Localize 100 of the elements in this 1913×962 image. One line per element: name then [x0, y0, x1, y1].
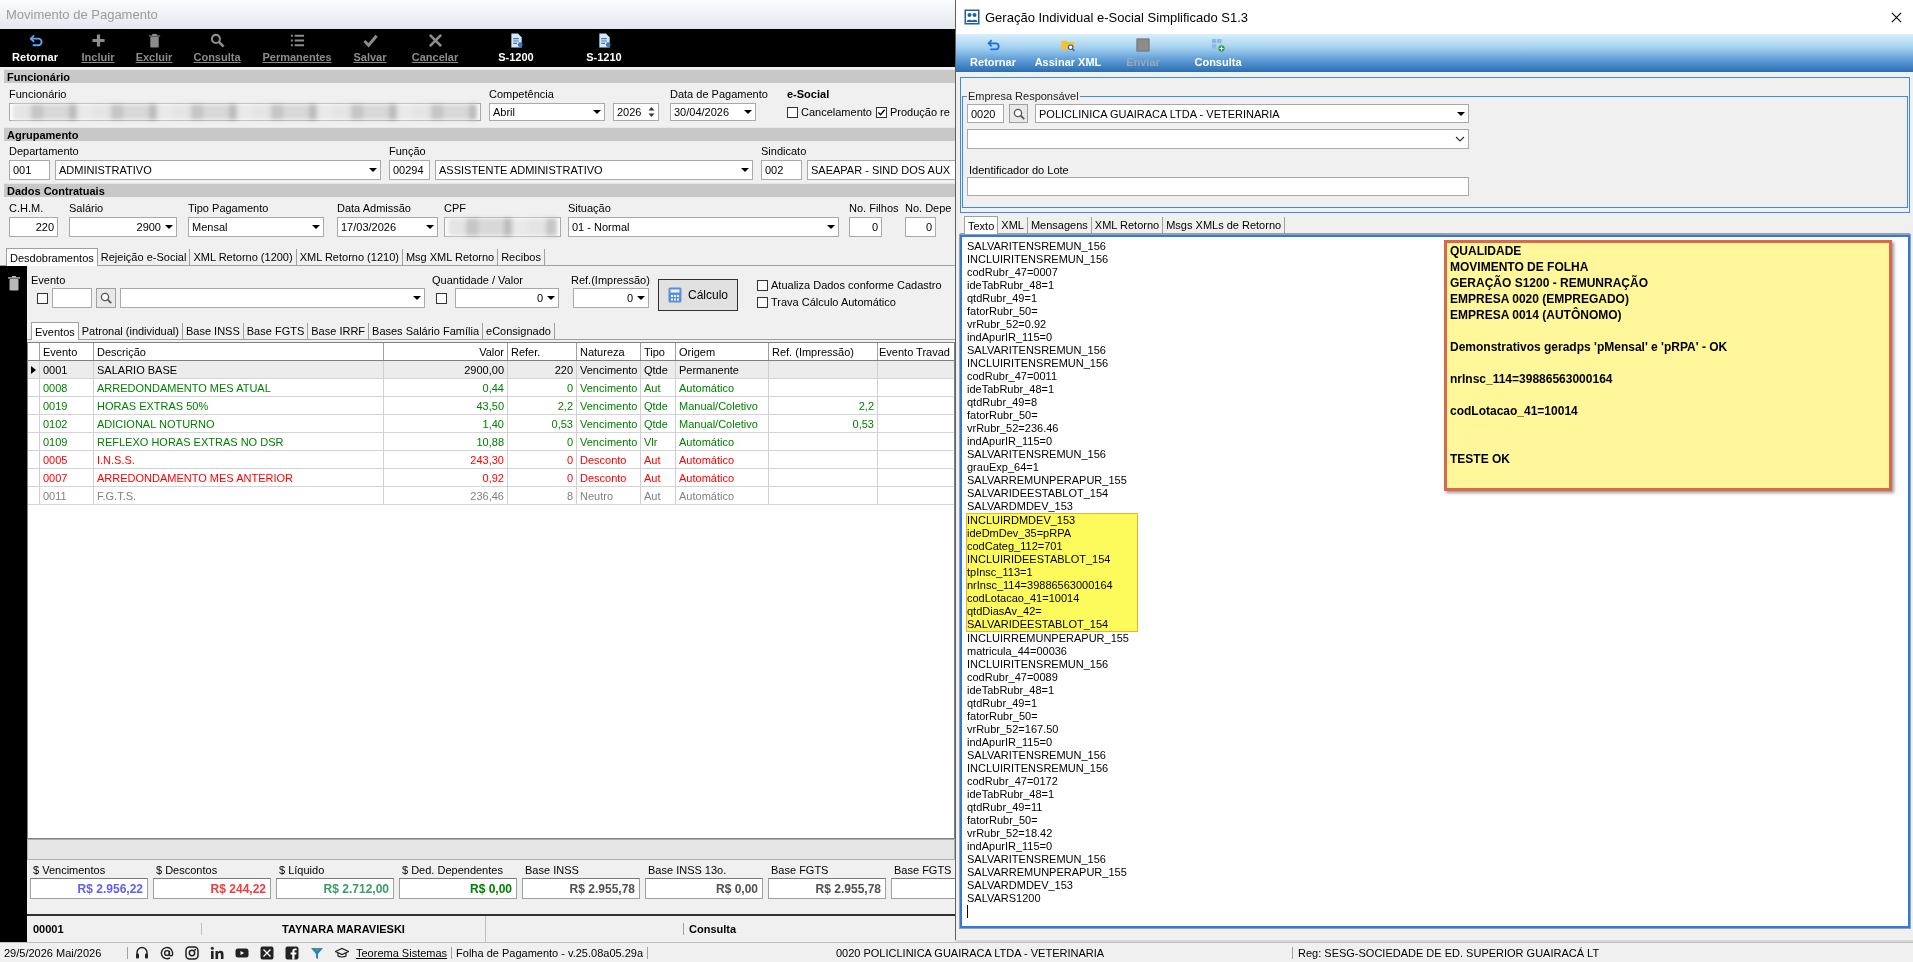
trash-icon	[146, 33, 162, 48]
undo-arrow-icon	[986, 38, 1000, 52]
batch-id-field[interactable]	[967, 177, 1469, 196]
checkbox[interactable]	[757, 296, 768, 308]
table-row[interactable]: 0102 ADICIONAL NOTURNO 1,40 0,53 Vencimento Qtde Manual/Coletivo 0,53	[28, 415, 954, 433]
tab[interactable]: Recibos	[498, 249, 545, 265]
toolbar-button[interactable]: Retornar	[4, 29, 66, 67]
column-header[interactable]: Origem	[679, 345, 716, 358]
tab[interactable]: Base FGTS	[243, 323, 309, 339]
total-label: Base INSS 13o.	[647, 864, 727, 876]
funnel-logo-icon[interactable]	[310, 945, 324, 960]
table-cell: 10,88	[476, 435, 504, 448]
log-line: SALVARIDEESTABLOT_154	[967, 618, 1110, 631]
table-row[interactable]: 0011 F.G.T.S. 236,46 8 Neutro Aut Automático	[28, 487, 954, 505]
total-value: R$ 0,00	[645, 878, 763, 899]
text-area[interactable]	[960, 235, 1910, 928]
tab[interactable]: Bases Salário Família	[369, 323, 484, 339]
tab[interactable]: Eventos	[31, 322, 79, 340]
company-link[interactable]: Teorema Sistemas	[356, 946, 453, 959]
code-field[interactable]: 001	[9, 160, 50, 180]
close-icon[interactable]	[1891, 11, 1902, 23]
table-row[interactable]: 0008 ARREDONDAMENTO MES ATUAL 0,44 0 Vencimento Aut Automático	[28, 379, 954, 397]
graduation-cap-icon[interactable]	[335, 945, 349, 960]
x-logo-icon[interactable]	[260, 945, 274, 960]
field-label: Identificador do Lote	[969, 163, 1069, 177]
blurred-field[interactable]	[9, 103, 481, 121]
log-line: codRubr_47=0007	[967, 266, 1058, 279]
toolbar-button[interactable]: S-1200	[468, 29, 564, 67]
table-row[interactable]: 0109 REFLEXO HORAS EXTRAS NO DSR 10,88 0 Vencimento Vlr Automático	[28, 433, 954, 451]
dropdown-field[interactable]: ADMINISTRATIVO	[55, 160, 381, 180]
checkbox[interactable]	[875, 106, 887, 118]
headset-icon[interactable]	[135, 945, 149, 960]
dropdown-field[interactable]: Mensal	[188, 217, 324, 237]
dropdown-field[interactable]: 0	[455, 288, 559, 308]
table-cell: Aut	[644, 453, 661, 466]
toolbar-button[interactable]: S-1210	[564, 29, 644, 67]
column-header[interactable]: Valor	[479, 345, 504, 358]
dropdown-field[interactable]	[120, 288, 425, 308]
calculate-button[interactable]: Cálculo	[658, 279, 738, 311]
table-row[interactable]: 0001 SALARIO BASE 2900,00 220 Vencimento Qtde Permanente	[28, 361, 954, 379]
tab[interactable]: XML Retorno (1210)	[296, 249, 403, 265]
facebook-icon[interactable]	[285, 945, 299, 960]
blurred-field[interactable]	[444, 217, 561, 237]
tab[interactable]: Rejeição e-Social	[97, 249, 191, 265]
company-dropdown[interactable]: POLICLINICA GUAIRACA LTDA - VETERINARIA	[1035, 104, 1469, 123]
search-button[interactable]	[1009, 104, 1028, 123]
table-cell: 2,2	[858, 399, 874, 412]
number-field[interactable]: 220	[9, 217, 58, 237]
dropdown-field[interactable]: SAEAPAR - SIND DOS AUX	[807, 160, 955, 180]
dropdown-field[interactable]: 2900	[69, 217, 177, 237]
tab[interactable]: Msg XML Retorno	[402, 249, 499, 265]
checkbox[interactable]	[37, 292, 48, 304]
tab[interactable]: eConsignado	[483, 323, 555, 339]
code-field[interactable]: 00294	[389, 160, 430, 180]
code-field[interactable]: 002	[761, 160, 802, 180]
date-field[interactable]: 17/03/2026	[337, 217, 438, 237]
table-row[interactable]: 0007 ARREDONDAMENTO MES ANTERIOR 0,92 0 Desconto Aut Automático	[28, 469, 954, 487]
number-field[interactable]: 0	[849, 217, 882, 237]
table-row[interactable]: 0005 I.N.S.S. 243,30 0 Desconto Aut Automático	[28, 451, 954, 469]
column-header[interactable]: Refer.	[511, 345, 541, 358]
checkbox[interactable]	[436, 292, 447, 304]
dropdown-field[interactable]: ASSISTENTE ADMINISTRATIVO	[435, 160, 753, 180]
tab[interactable]: Desdobramentos	[6, 248, 98, 266]
log-line: SALVARDMDEV_153	[967, 500, 1073, 513]
code-field[interactable]: 0020	[967, 104, 1004, 123]
column-header[interactable]: Evento	[43, 345, 78, 358]
field-label: Tipo Pagamento	[188, 201, 269, 215]
column-header[interactable]: Ref. (Impressão)	[772, 345, 854, 358]
table-row[interactable]: 0019 HORAS EXTRAS 50% 43,50 2,2 Vencimento Qtde Manual/Coletivo 2,2	[28, 397, 954, 415]
tab[interactable]: Patronal (individual)	[78, 323, 183, 339]
log-line: nrInsc_114=39886563000164	[967, 579, 1114, 592]
column-header[interactable]: Natureza	[580, 345, 625, 358]
checkbox[interactable]	[787, 106, 798, 118]
linkedin-icon[interactable]	[210, 945, 224, 960]
tab[interactable]: Base IRRF	[308, 323, 370, 339]
tab[interactable]: XML Retorno (1200)	[190, 249, 297, 265]
search-button[interactable]	[96, 288, 116, 308]
log-line: INCLUIRITENSREMUN_156	[967, 658, 1109, 671]
at-sign-icon[interactable]	[160, 945, 174, 960]
checkbox[interactable]	[757, 279, 768, 291]
checkbox-label: Atualiza Dados conforme Cadastro	[771, 279, 942, 291]
tab[interactable]: XML Retorno	[1091, 217, 1164, 233]
table-cell: 243,30	[470, 453, 504, 466]
number-field[interactable]: 0	[905, 217, 936, 237]
tab[interactable]: Mensagens	[1027, 217, 1092, 233]
dropdown-field[interactable]: 01 - Normal	[568, 217, 839, 237]
dropdown-field[interactable]	[967, 129, 1469, 149]
tab[interactable]: Texto	[964, 216, 999, 234]
year-spinner[interactable]: 2026	[613, 103, 659, 121]
column-header[interactable]: Tipo	[644, 345, 665, 358]
tab[interactable]: Msgs XMLs de Retorno	[1163, 217, 1286, 233]
tab[interactable]: XML	[998, 217, 1028, 233]
column-header[interactable]: Evento Travad	[879, 345, 950, 358]
instagram-icon[interactable]	[185, 945, 199, 960]
dropdown-field[interactable]: 0	[573, 288, 649, 308]
date-field[interactable]: 30/04/2026	[670, 103, 756, 121]
input-field[interactable]	[52, 288, 92, 308]
column-header[interactable]: Descrição	[97, 345, 146, 358]
month-dropdown[interactable]: Abril	[489, 103, 605, 121]
tab[interactable]: Base INSS	[182, 323, 244, 339]
